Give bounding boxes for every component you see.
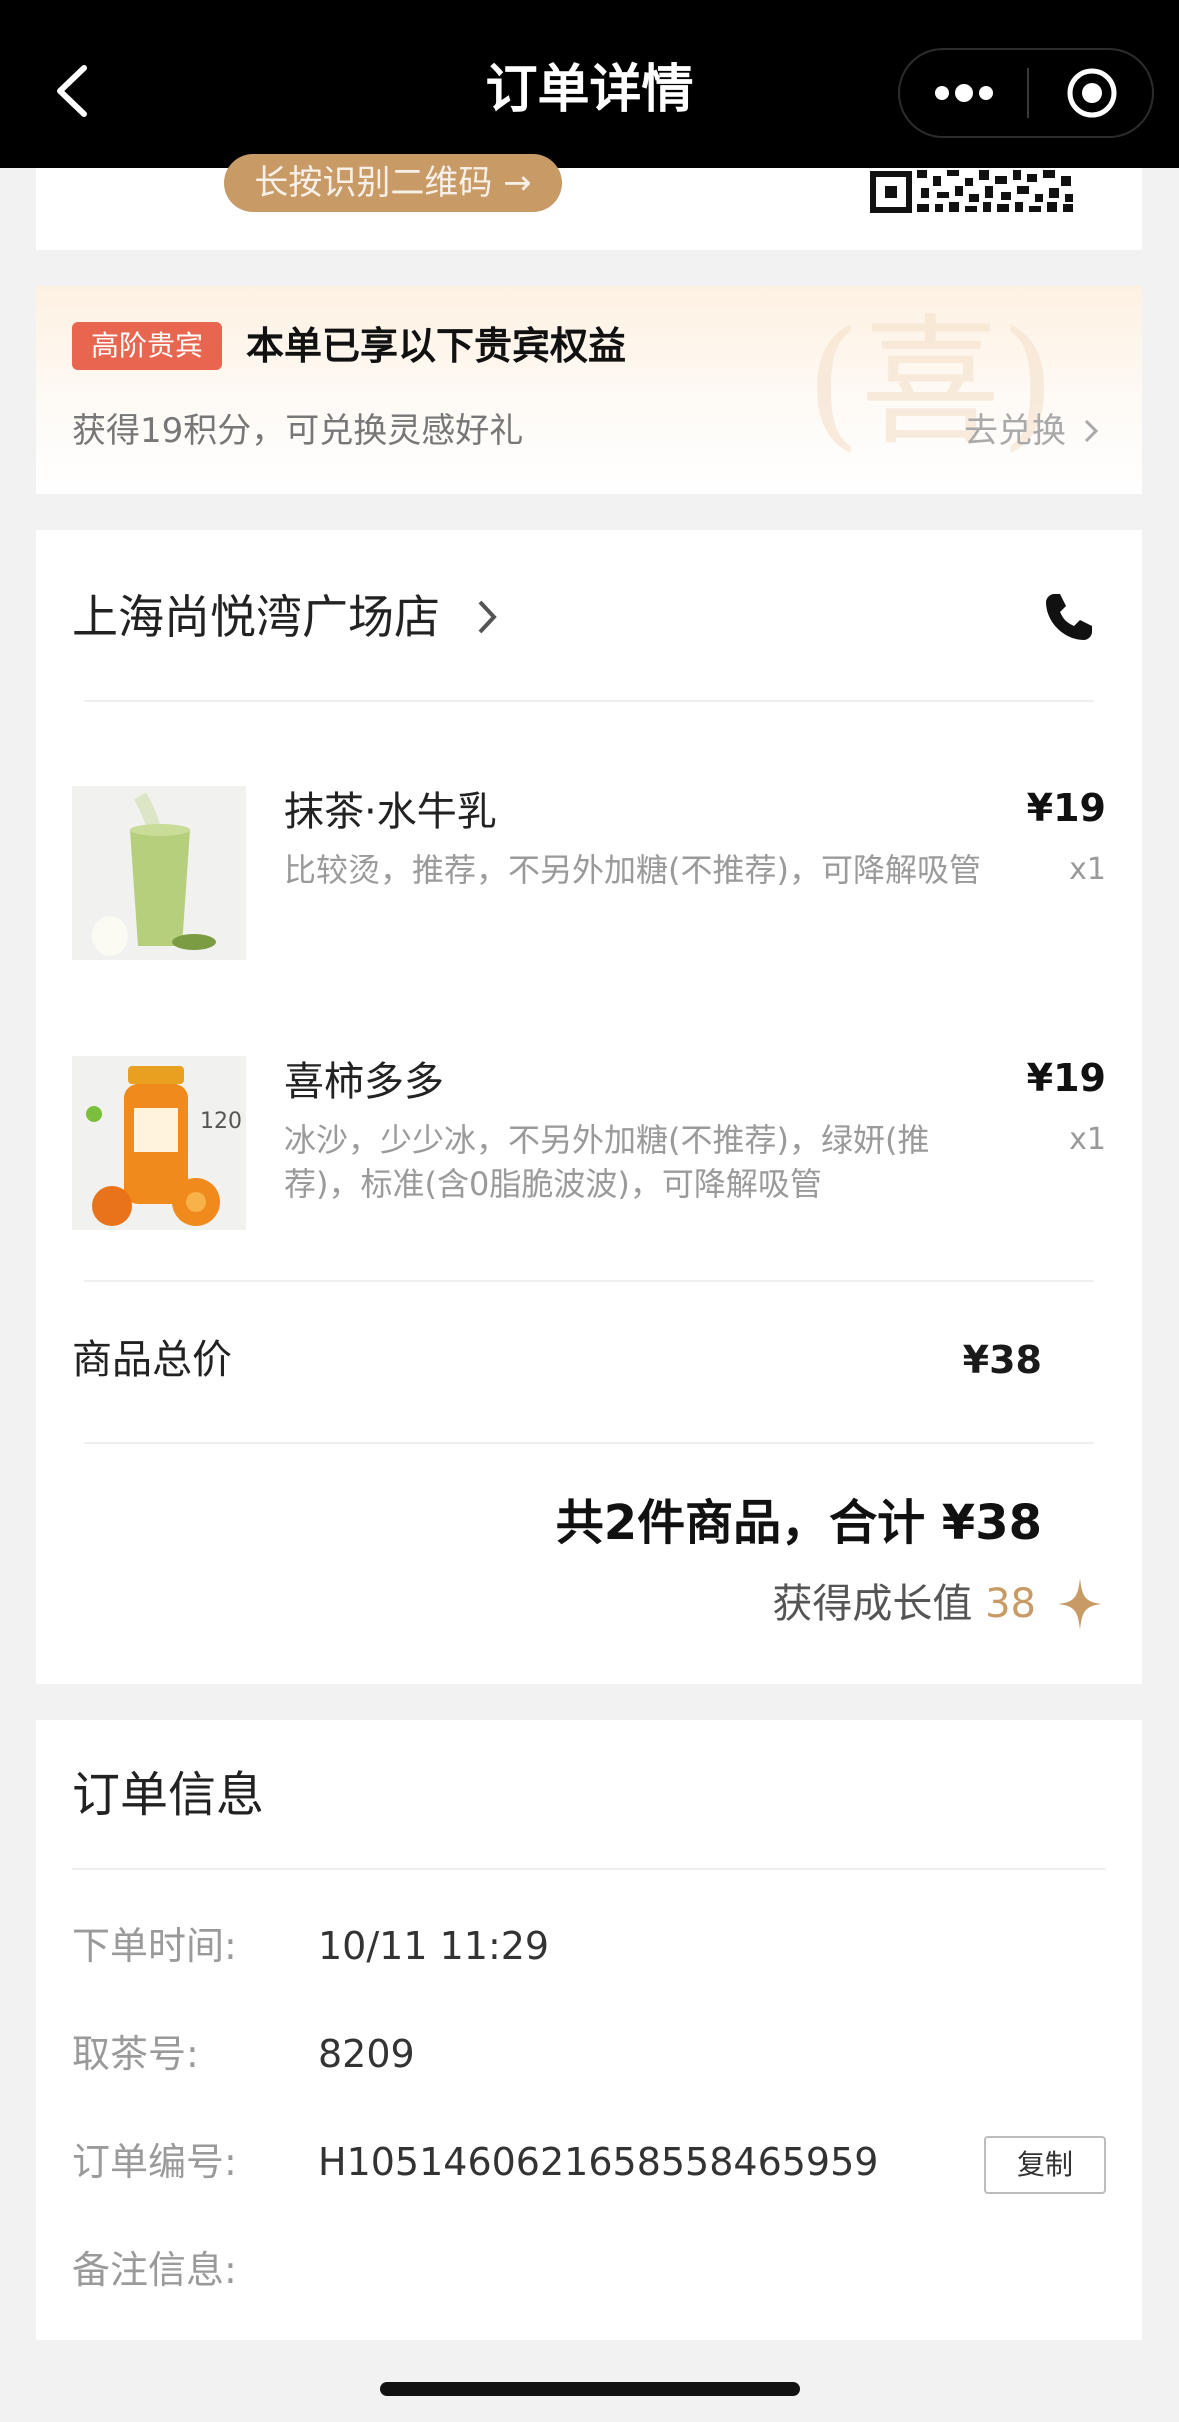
growth-label: 获得成长值: [772, 1581, 973, 1627]
order-number-label: 订单编号:: [72, 2140, 237, 2184]
product-price: ¥19: [1026, 1056, 1106, 1100]
product-name: 抹茶·水牛乳: [284, 789, 497, 835]
redeem-link[interactable]: 去兑换: [964, 406, 1101, 456]
scan-qr-button[interactable]: 长按识别二维码 →: [224, 154, 562, 212]
vip-badge: 高阶贵宾: [72, 322, 222, 370]
product-name: 喜柿多多: [284, 1059, 444, 1105]
product-quantity: x1: [1069, 1122, 1106, 1157]
product-options: 比较烫，推荐，不另外加糖(不推荐)，可降解吸管: [284, 851, 981, 889]
subtotal-label: 商品总价: [72, 1337, 232, 1383]
product-quantity: x1: [1069, 852, 1106, 887]
product-item[interactable]: 抹茶·水牛乳 比较烫，推荐，不另外加糖(不推荐)，可降解吸管 ¥19 x1: [72, 786, 1106, 966]
subtotal-value: ¥38: [962, 1338, 1042, 1382]
pickup-number-value: 8209: [318, 2032, 415, 2076]
order-time-value: 10/11 11:29: [318, 1924, 550, 1968]
persimmon-drink-image: 120: [72, 1056, 246, 1230]
order-items-card: 上海尚悦湾广场店 抹茶·水牛乳 比较烫，推荐，不另外加糖(不推荐)，可降解吸管 …: [36, 530, 1142, 1684]
product-options: 冰沙，少少冰，不另外加糖(不推荐)，绿妍(推荐)，标准(含0脂脆波波)，可降解吸…: [284, 1121, 930, 1203]
order-number-value: H1051460621658558465959: [318, 2140, 879, 2184]
growth-points: 获得成长值 38: [466, 1574, 1036, 1634]
nav-bar: 订单详情: [0, 0, 1179, 168]
store-name[interactable]: 上海尚悦湾广场店: [72, 582, 440, 652]
close-miniprogram-icon[interactable]: [1030, 50, 1154, 136]
divider: [84, 700, 1094, 702]
vip-title: 本单已享以下贵宾权益: [246, 324, 627, 368]
more-icon[interactable]: [900, 50, 1028, 136]
order-time-label: 下单时间:: [72, 1924, 237, 1968]
mini-program-capsule: [898, 48, 1154, 138]
divider: [84, 1442, 1094, 1444]
matcha-milk-image: [72, 786, 246, 960]
divider: [72, 1868, 1106, 1870]
home-indicator[interactable]: [380, 2382, 800, 2396]
phone-icon[interactable]: [1042, 590, 1096, 644]
product-price: ¥19: [1026, 786, 1106, 830]
vip-benefits-card: (喜) 高阶贵宾 本单已享以下贵宾权益 获得19积分，可兑换灵感好礼 去兑换: [36, 286, 1142, 494]
order-info-card: 订单信息 下单时间: 10/11 11:29 取茶号: 8209 订单编号: H…: [36, 1720, 1142, 2340]
pickup-qr-card: 长按识别二维码 →: [36, 154, 1142, 250]
order-summary: 共2件商品，合计 ¥38: [555, 1495, 1042, 1551]
copy-button[interactable]: 复制: [984, 2136, 1106, 2194]
product-item[interactable]: 120 喜柿多多 冰沙，少少冰，不另外加糖(不推荐)，绿妍(推荐)，标准(含0脂…: [72, 1056, 1106, 1236]
remarks-label: 备注信息:: [72, 2248, 237, 2292]
capsule-divider: [1027, 68, 1029, 118]
divider: [84, 1280, 1094, 1282]
growth-value: 38: [985, 1581, 1036, 1627]
svg-text:120: 120: [200, 1109, 242, 1134]
chevron-right-icon[interactable]: [472, 594, 502, 640]
chevron-right-icon: [1084, 419, 1098, 443]
qr-code-icon: [870, 170, 1073, 213]
sparkle-star-icon: [1058, 1578, 1102, 1630]
redeem-link-label: 去兑换: [964, 411, 1066, 451]
pickup-number-label: 取茶号:: [72, 2032, 199, 2076]
vip-points-text: 获得19积分，可兑换灵感好礼: [72, 411, 524, 451]
order-info-title: 订单信息: [72, 1767, 265, 1823]
